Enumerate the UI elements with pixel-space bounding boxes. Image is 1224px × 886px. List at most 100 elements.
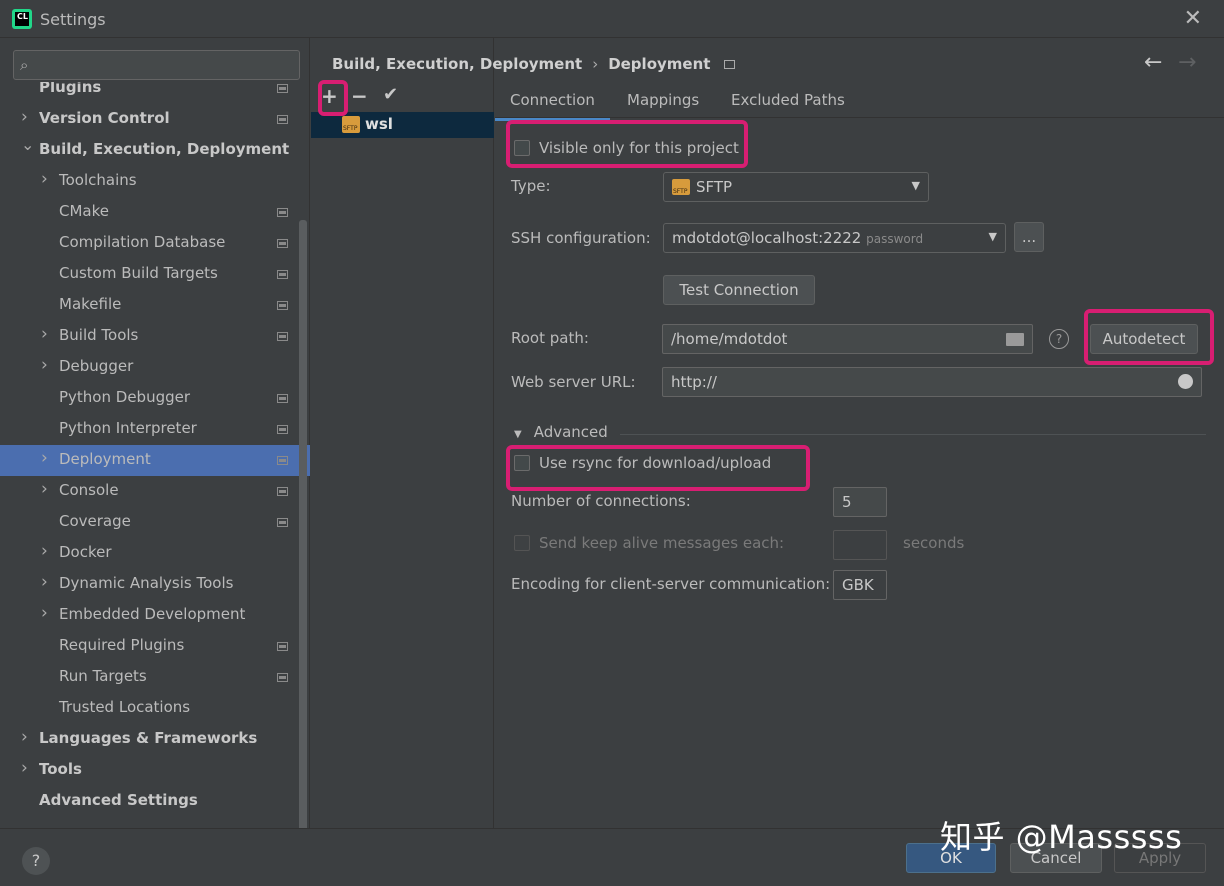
root-path-input[interactable]: /home/mdotdot bbox=[662, 324, 1033, 354]
sidebar-item[interactable]: › Tools bbox=[0, 755, 300, 786]
chevron-right-icon[interactable]: › bbox=[21, 107, 28, 127]
close-icon[interactable]: ✕ bbox=[1184, 6, 1202, 31]
ssh-config-value: mdotdot@localhost:2222 bbox=[672, 229, 862, 247]
watermark: 知乎 @Masssss bbox=[940, 818, 1183, 856]
project-level-icon bbox=[277, 239, 288, 248]
chevron-down-icon[interactable]: ⌄ bbox=[21, 135, 34, 154]
sidebar-item-label: Tools bbox=[39, 760, 82, 778]
search-box[interactable]: ⌕ bbox=[13, 50, 300, 80]
annotation-highlight-add bbox=[318, 80, 348, 116]
type-label: Type: bbox=[511, 177, 551, 195]
ssh-config-more-button[interactable]: ... bbox=[1014, 222, 1044, 252]
encoding-input[interactable]: GBK bbox=[833, 570, 887, 600]
project-level-icon bbox=[277, 301, 288, 310]
dropdown-arrow-icon: ▼ bbox=[911, 179, 920, 192]
sidebar-item[interactable]: › Build Tools bbox=[0, 321, 300, 352]
chevron-right-icon[interactable]: › bbox=[41, 355, 48, 375]
ssh-config-label: SSH configuration: bbox=[511, 229, 651, 247]
search-icon: ⌕ bbox=[20, 56, 29, 74]
sidebar-item[interactable]: Makefile bbox=[0, 290, 300, 321]
sidebar-item-label: Version Control bbox=[39, 109, 170, 127]
chevron-right-icon[interactable]: › bbox=[41, 479, 48, 499]
sidebar-item-label: Python Interpreter bbox=[59, 419, 197, 437]
web-server-url-input[interactable]: http:// bbox=[662, 367, 1202, 397]
sidebar-scrollbar[interactable] bbox=[299, 220, 307, 860]
clion-app-icon: CL bbox=[12, 9, 32, 29]
sidebar-item[interactable]: Run Targets bbox=[0, 662, 300, 693]
chevron-right-icon[interactable]: › bbox=[41, 603, 48, 623]
sidebar-item[interactable]: › Dynamic Analysis Tools bbox=[0, 569, 300, 600]
sidebar-item[interactable]: › Languages & Frameworks bbox=[0, 724, 300, 755]
sidebar-item[interactable]: › Docker bbox=[0, 538, 300, 569]
annotation-highlight-visible-only bbox=[506, 120, 748, 168]
sidebar-item[interactable]: › Deployment bbox=[0, 445, 310, 476]
sidebar-item-label: Console bbox=[59, 481, 119, 499]
type-select[interactable]: SFTP ▼ bbox=[663, 172, 929, 202]
encoding-label: Encoding for client-server communication… bbox=[511, 575, 831, 593]
sidebar-item-label: Languages & Frameworks bbox=[39, 729, 258, 747]
search-input[interactable] bbox=[44, 55, 294, 75]
sidebar-item[interactable]: › Embedded Development bbox=[0, 600, 300, 631]
tab-connection[interactable]: Connection bbox=[495, 91, 610, 121]
sidebar-item[interactable]: Required Plugins bbox=[0, 631, 300, 662]
globe-icon[interactable] bbox=[1178, 374, 1193, 389]
project-level-icon bbox=[277, 673, 288, 682]
ssh-config-select[interactable]: mdotdot@localhost:2222 password ▼ bbox=[663, 223, 1006, 253]
sidebar-item-label: Custom Build Targets bbox=[59, 264, 218, 282]
remove-server-button[interactable]: − bbox=[351, 84, 368, 108]
folder-icon[interactable] bbox=[1006, 333, 1024, 346]
advanced-toggle[interactable]: ▼ Advanced bbox=[514, 423, 608, 441]
annotation-highlight-rsync bbox=[506, 445, 810, 491]
project-level-icon bbox=[277, 270, 288, 279]
help-button[interactable]: ? bbox=[22, 847, 50, 875]
sidebar-item[interactable]: Trusted Locations bbox=[0, 693, 300, 724]
test-connection-button[interactable]: Test Connection bbox=[663, 275, 815, 305]
sidebar-item[interactable]: › Console bbox=[0, 476, 300, 507]
chevron-right-icon[interactable]: › bbox=[41, 541, 48, 561]
breadcrumb-separator: › bbox=[592, 55, 599, 73]
chevron-right-icon[interactable]: › bbox=[41, 169, 48, 189]
sidebar-item-label: Compilation Database bbox=[59, 233, 226, 251]
breadcrumb-current: Deployment bbox=[608, 55, 711, 73]
web-server-url-value: http:// bbox=[671, 373, 717, 391]
breadcrumb-parent[interactable]: Build, Execution, Deployment bbox=[332, 55, 582, 73]
keep-alive-input[interactable] bbox=[833, 530, 887, 560]
chevron-right-icon[interactable]: › bbox=[21, 758, 28, 778]
sidebar-item[interactable]: › Version Control bbox=[0, 104, 300, 135]
chevron-right-icon[interactable]: › bbox=[41, 448, 48, 468]
set-default-button[interactable]: ✔ bbox=[383, 84, 398, 105]
help-icon[interactable]: ? bbox=[1049, 329, 1069, 349]
dropdown-arrow-icon: ▼ bbox=[988, 230, 997, 243]
tab-excluded-paths[interactable]: Excluded Paths bbox=[731, 91, 845, 109]
advanced-divider bbox=[620, 434, 1206, 435]
project-level-icon bbox=[277, 487, 288, 496]
encoding-value: GBK bbox=[842, 576, 874, 594]
connections-value: 5 bbox=[842, 493, 852, 511]
connections-input[interactable]: 5 bbox=[833, 487, 887, 517]
project-level-icon bbox=[277, 332, 288, 341]
sidebar-item[interactable]: CMake bbox=[0, 197, 300, 228]
sftp-icon bbox=[342, 116, 360, 133]
sidebar-item[interactable]: ⌄ Build, Execution, Deployment bbox=[0, 135, 300, 166]
back-arrow-icon[interactable]: ← bbox=[1144, 50, 1162, 75]
forward-arrow-icon[interactable]: → bbox=[1178, 50, 1196, 75]
chevron-right-icon[interactable]: › bbox=[21, 727, 28, 747]
project-level-icon bbox=[277, 456, 288, 465]
sidebar-item[interactable]: › Toolchains bbox=[0, 166, 300, 197]
sidebar-item[interactable]: Compilation Database bbox=[0, 228, 300, 259]
chevron-right-icon[interactable]: › bbox=[41, 572, 48, 592]
sidebar-item[interactable]: › Debugger bbox=[0, 352, 300, 383]
expand-triangle-icon: ▼ bbox=[514, 429, 522, 440]
sidebar-item[interactable]: Custom Build Targets bbox=[0, 259, 300, 290]
sidebar-item[interactable]: Python Interpreter bbox=[0, 414, 300, 445]
sidebar-item[interactable]: Advanced Settings bbox=[0, 786, 300, 817]
tab-mappings[interactable]: Mappings bbox=[627, 91, 699, 109]
sidebar-item-label: Debugger bbox=[59, 357, 134, 375]
sidebar-item[interactable]: Python Debugger bbox=[0, 383, 300, 414]
web-server-url-label: Web server URL: bbox=[511, 373, 636, 391]
chevron-right-icon[interactable]: › bbox=[41, 324, 48, 344]
server-list-panel: + − ✔ wsl bbox=[311, 38, 494, 828]
sidebar-item[interactable]: Plugins bbox=[0, 82, 300, 104]
sidebar-item[interactable]: Coverage bbox=[0, 507, 300, 538]
keep-alive-checkbox[interactable] bbox=[514, 535, 530, 551]
